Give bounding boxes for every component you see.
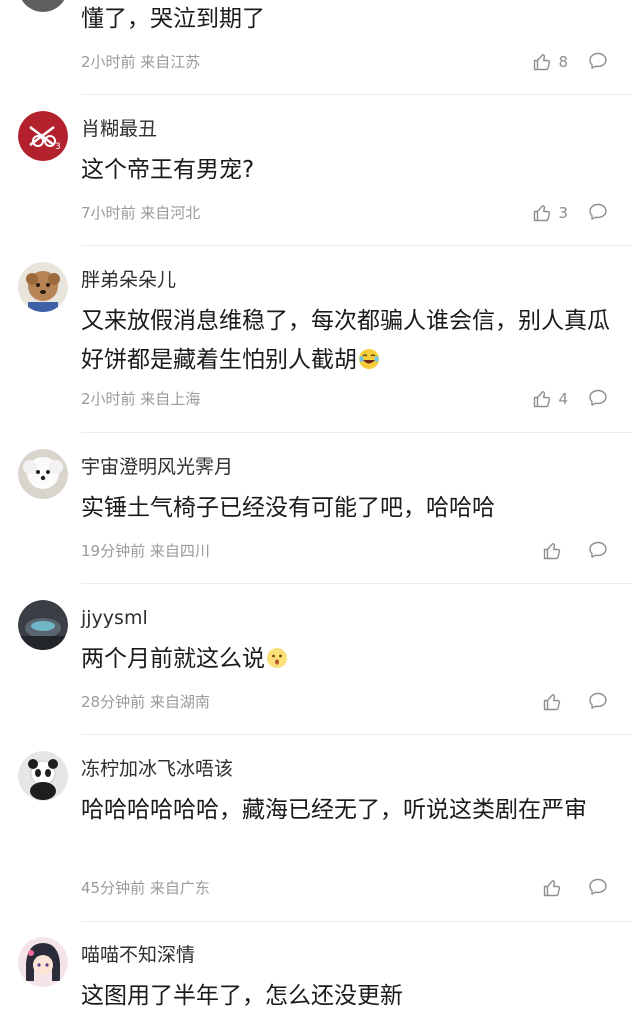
svg-text:3: 3 [55,142,61,152]
comment-meta: 2小时前 来自江苏 [81,53,201,71]
comment-bubble-icon [589,692,607,709]
avatar[interactable] [18,600,68,650]
avatar-white-dog-icon [18,449,68,499]
laughing-tears-emoji [359,349,379,369]
comment-bubble-icon [589,203,607,220]
comment-feed: 懂了，哭泣到期了 2小时前 来自江苏 8 3 肖糊最丑 这个帝王有男宠? 7小时… [0,0,632,1024]
comment-text: 哈哈哈哈哈哈，藏海已经无了，听说这类剧在严审 [81,797,587,823]
comment-text: 这图用了半年了，怎么还没更新 [81,983,403,1009]
divider [81,245,632,246]
like-count: 8 [558,53,568,71]
like-button[interactable] [542,691,568,713]
avatar[interactable] [18,262,68,312]
username[interactable]: 冻柠加冰飞冰唔该 [81,757,233,781]
avatar[interactable] [18,449,68,499]
divider [81,734,632,735]
thumbs-up-icon [534,54,551,71]
avatar-anime-girl-icon [18,937,68,987]
thumbs-up-icon [543,880,561,897]
reply-button[interactable] [588,202,608,222]
comment-meta: 7小时前 来自河北 [81,204,201,222]
avatar-dark-photo-icon [18,600,68,650]
comment-text: 两个月前就这么说 [81,640,611,679]
divider [81,921,632,922]
divider [81,432,632,433]
comment-bubble-icon [589,878,607,895]
avatar-poodle-icon [18,262,68,312]
avatar-panda-icon [18,751,68,801]
comment-bubble-icon [589,52,607,69]
shocked-emoji [267,648,287,668]
avatar-red-logo-icon: 3 [18,111,68,161]
comment-bubble-icon [589,541,607,558]
avatar[interactable] [18,937,68,987]
reply-button[interactable] [588,540,608,560]
comment-text: 懂了，哭泣到期了 [81,6,265,32]
username[interactable]: jjyysml [81,606,148,630]
avatar-partial-icon [21,0,65,12]
like-button[interactable]: 8 [532,51,568,73]
like-button[interactable]: 4 [532,388,568,410]
reply-button[interactable] [588,388,608,408]
comment-text: 又来放假消息维稳了，每次都骗人谁会信，别人真瓜好饼都是藏着生怕别人截胡 [81,302,611,380]
comment-meta: 2小时前 来自上海 [81,390,201,408]
username[interactable]: 宇宙澄明风光霁月 [81,455,233,479]
avatar[interactable] [18,751,68,801]
like-count: 3 [558,204,568,222]
like-count: 4 [558,390,568,408]
comment-bubble-icon [589,389,607,406]
comment-meta: 28分钟前 来自湖南 [81,693,210,711]
thumbs-up-icon [543,694,561,711]
reply-button[interactable] [588,877,608,897]
comment-text: 实锤土气椅子已经没有可能了吧，哈哈哈 [81,495,495,521]
comment-text-body: 又来放假消息维稳了，每次都骗人谁会信，别人真瓜好饼都是藏着生怕别人截胡 [81,308,610,373]
comment-text: 这个帝王有男宠? [81,157,255,183]
reply-button[interactable] [588,691,608,711]
username[interactable]: 肖糊最丑 [81,117,157,141]
thumbs-up-icon [543,543,561,560]
comment-meta: 19分钟前 来自四川 [81,542,210,560]
username[interactable]: 胖弟朵朵儿 [81,268,176,292]
thumbs-up-icon [534,205,551,222]
like-button[interactable] [542,540,568,562]
reply-button[interactable] [588,51,608,71]
divider [81,94,632,95]
username[interactable]: 喵喵不知深情 [81,943,195,967]
comment-meta: 45分钟前 来自广东 [81,879,210,897]
like-button[interactable] [542,877,568,899]
divider [81,583,632,584]
thumbs-up-icon [534,391,551,408]
comment-text-body: 两个月前就这么说 [81,646,265,672]
like-button[interactable]: 3 [532,202,568,224]
avatar[interactable] [18,0,68,12]
avatar[interactable]: 3 [18,111,68,161]
